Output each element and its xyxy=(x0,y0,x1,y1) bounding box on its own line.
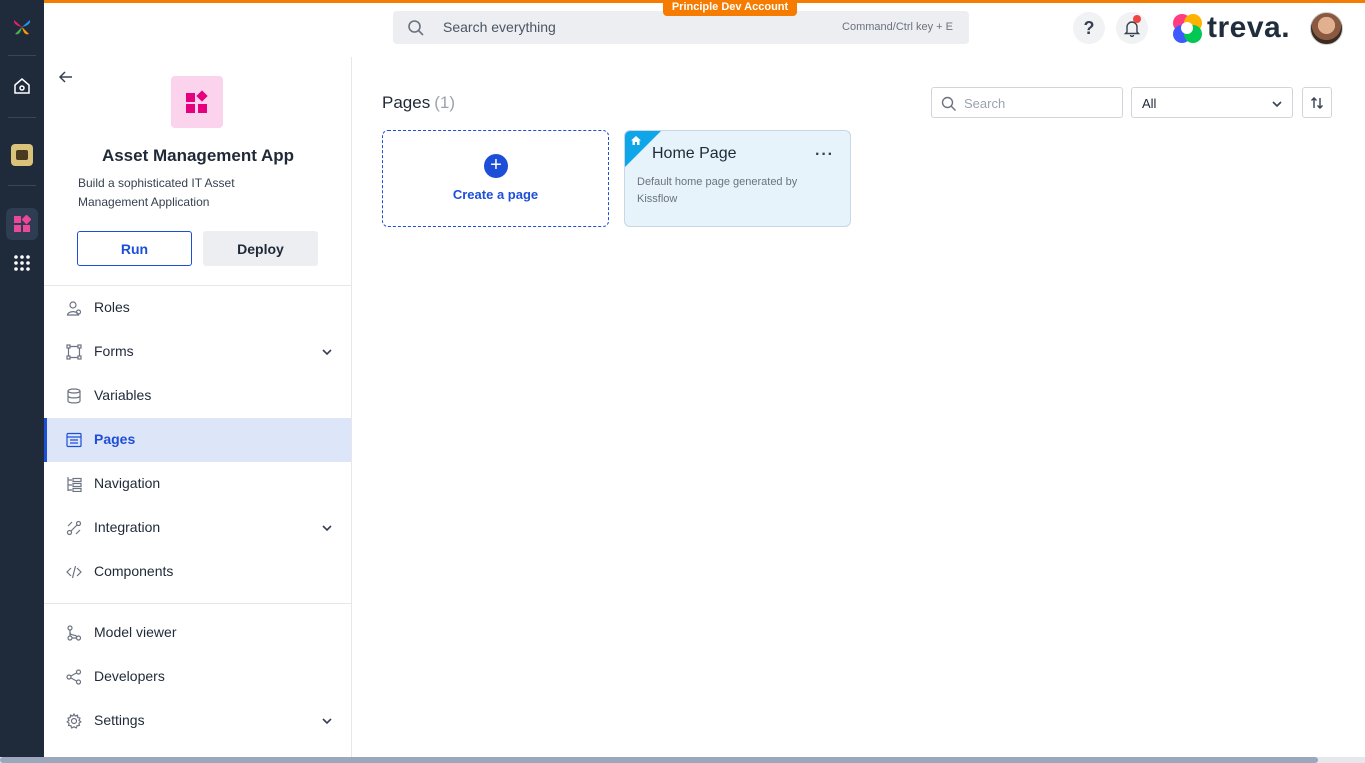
run-button[interactable]: Run xyxy=(77,231,192,266)
kissflow-logo-icon[interactable] xyxy=(6,11,38,43)
sidebar-divider xyxy=(44,603,352,604)
page-title: Pages (1) xyxy=(382,93,455,113)
database-icon xyxy=(67,388,81,404)
sidebar-item-forms[interactable]: Forms xyxy=(44,330,351,374)
code-icon xyxy=(66,565,82,579)
sidebar-item-variables[interactable]: Variables xyxy=(44,374,351,418)
scrollbar-thumb[interactable] xyxy=(0,757,1318,763)
apps-icon xyxy=(186,90,208,113)
back-arrow-icon[interactable] xyxy=(58,69,74,85)
chevron-down-icon[interactable] xyxy=(321,522,333,534)
search-icon xyxy=(941,96,956,111)
help-icon: ? xyxy=(1083,17,1095,38)
create-page-label: Create a page xyxy=(452,187,539,202)
main-content: Pages (1) Search All + Create a page Home… xyxy=(352,57,1365,757)
roles-icon xyxy=(66,301,82,316)
sidebar-item-model-viewer[interactable]: Model viewer xyxy=(44,611,351,655)
sidebar-item-pages[interactable]: Pages xyxy=(44,418,351,462)
sidebar-item-developers[interactable]: Developers xyxy=(44,655,351,699)
pages-filter-value: All xyxy=(1142,96,1157,111)
navigation-icon xyxy=(67,477,82,492)
forms-icon xyxy=(66,344,82,360)
model-viewer-icon xyxy=(67,625,82,641)
rail-divider xyxy=(8,117,36,118)
app-icon xyxy=(171,76,223,128)
home-icon[interactable] xyxy=(6,70,38,102)
page-card-title: Home Page xyxy=(652,145,737,162)
share-icon xyxy=(66,669,82,685)
horizontal-scrollbar[interactable] xyxy=(0,757,1365,763)
sidebar-item-integration[interactable]: Integration xyxy=(44,506,351,550)
sidebar-item-label: Forms xyxy=(94,343,134,359)
page-card-home[interactable]: Home Page ··· Default home page generate… xyxy=(624,130,851,227)
sidebar-item-label: Integration xyxy=(94,519,161,535)
sort-icon xyxy=(1311,96,1323,109)
create-page-card[interactable]: + Create a page xyxy=(382,130,609,227)
brand-logo: treva. xyxy=(1170,11,1290,45)
app-description: Build a sophisticated IT Asset Managemen… xyxy=(78,176,235,209)
search-icon xyxy=(408,20,424,36)
chevron-down-icon[interactable] xyxy=(321,346,333,358)
app-title: Asset Management App xyxy=(101,146,295,165)
page-count: (1) xyxy=(434,93,455,112)
grid-menu-icon[interactable] xyxy=(6,247,38,279)
deploy-button[interactable]: Deploy xyxy=(203,231,318,266)
chevron-down-icon xyxy=(1272,101,1282,108)
user-avatar[interactable] xyxy=(1310,12,1343,45)
app-sidebar: Asset Management App Build a sophisticat… xyxy=(44,57,352,757)
more-options-icon[interactable]: ··· xyxy=(815,146,834,164)
global-search-shortcut-hint: Command/Ctrl key + E xyxy=(842,21,953,33)
brand-wordmark: treva. xyxy=(1207,11,1291,44)
pages-search-placeholder: Search xyxy=(964,96,1006,111)
help-button[interactable]: ? xyxy=(1073,12,1105,44)
sort-button[interactable] xyxy=(1302,87,1332,118)
notifications-button[interactable] xyxy=(1116,12,1148,44)
global-search-placeholder: Search everything xyxy=(443,19,556,35)
sidebar-item-label: Roles xyxy=(94,299,130,315)
integration-icon xyxy=(66,520,82,536)
sidebar-item-label: Variables xyxy=(94,387,152,403)
page-title-text: Pages xyxy=(382,93,431,112)
sidebar-item-label: Developers xyxy=(94,668,165,684)
apps-icon[interactable] xyxy=(6,208,38,240)
rail-divider xyxy=(8,185,36,186)
rail-divider xyxy=(8,55,36,56)
account-banner: Principle Dev Account xyxy=(663,0,797,16)
app-rail xyxy=(0,0,44,763)
workspace-avatar-icon[interactable] xyxy=(6,139,38,171)
sidebar-item-label: Model viewer xyxy=(94,624,177,640)
sidebar-item-roles[interactable]: Roles xyxy=(44,286,351,330)
pages-filter-select[interactable]: All xyxy=(1131,87,1293,118)
sidebar-item-label: Settings xyxy=(94,712,145,728)
sidebar-item-label: Pages xyxy=(94,431,136,447)
sidebar-item-settings[interactable]: Settings xyxy=(44,699,351,743)
page-card-description: Default home page generated by Kissflow xyxy=(637,176,798,205)
gear-icon xyxy=(66,713,82,729)
sidebar-item-label: Components xyxy=(94,563,174,579)
notification-dot xyxy=(1133,15,1141,23)
home-icon xyxy=(631,136,641,145)
pages-icon xyxy=(66,432,82,448)
sidebar-item-components[interactable]: Components xyxy=(44,550,351,594)
sidebar-item-label: Navigation xyxy=(94,475,161,491)
treva-logo-icon xyxy=(1173,14,1202,43)
pages-search-input[interactable]: Search xyxy=(931,87,1123,118)
plus-icon: + xyxy=(484,154,508,178)
sidebar-item-navigation[interactable]: Navigation xyxy=(44,462,351,506)
chevron-down-icon[interactable] xyxy=(321,715,333,727)
